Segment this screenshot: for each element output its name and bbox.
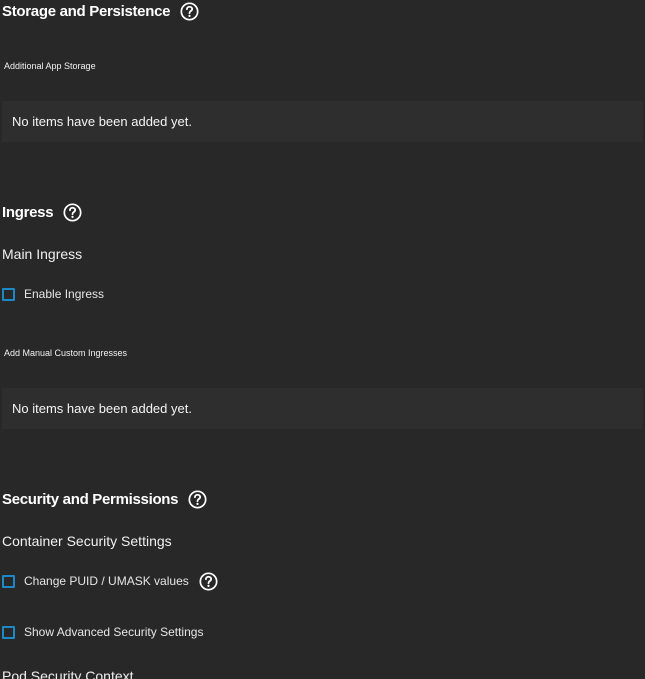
- help-circle-icon[interactable]: [180, 1, 199, 21]
- custom-ingresses-label: Add Manual Custom Ingresses: [4, 348, 128, 358]
- enable-ingress-label[interactable]: Enable Ingress: [24, 287, 104, 301]
- enable-ingress-checkbox-row[interactable]: Enable Ingress: [2, 283, 104, 305]
- advanced-security-checkbox-row[interactable]: Show Advanced Security Settings: [2, 621, 203, 643]
- puid-umask-checkbox-row[interactable]: Change PUID / UMASK values: [2, 570, 218, 592]
- enable-ingress-checkbox[interactable]: [2, 287, 15, 301]
- help-circle-icon[interactable]: [199, 571, 218, 591]
- security-title-text: Security and Permissions: [2, 490, 179, 508]
- main-ingress-label: Main Ingress: [2, 246, 83, 262]
- advanced-security-checkbox[interactable]: [2, 625, 15, 639]
- ingress-empty-list: No items have been added yet.: [2, 388, 643, 429]
- ingress-title-text: Ingress: [2, 203, 54, 221]
- additional-app-storage-label: Additional App Storage: [4, 61, 96, 71]
- pod-security-context-label: Pod Security Context: [2, 668, 134, 679]
- storage-title-text: Storage and Persistence: [2, 2, 171, 20]
- storage-empty-list: No items have been added yet.: [2, 101, 643, 142]
- puid-umask-label[interactable]: Change PUID / UMASK values: [24, 574, 189, 588]
- help-circle-icon[interactable]: [188, 489, 207, 509]
- app-config-form: Storage and Persistence Additional App S…: [0, 0, 645, 679]
- advanced-security-label[interactable]: Show Advanced Security Settings: [24, 625, 203, 639]
- security-section-title: Security and Permissions: [2, 488, 207, 510]
- help-circle-icon[interactable]: [63, 202, 82, 222]
- container-security-label: Container Security Settings: [2, 533, 172, 549]
- ingress-section-title: Ingress: [2, 201, 82, 223]
- ingress-empty-text: No items have been added yet.: [12, 401, 192, 416]
- puid-umask-checkbox[interactable]: [2, 574, 15, 588]
- storage-section-title: Storage and Persistence: [2, 0, 199, 22]
- storage-empty-text: No items have been added yet.: [12, 114, 192, 129]
